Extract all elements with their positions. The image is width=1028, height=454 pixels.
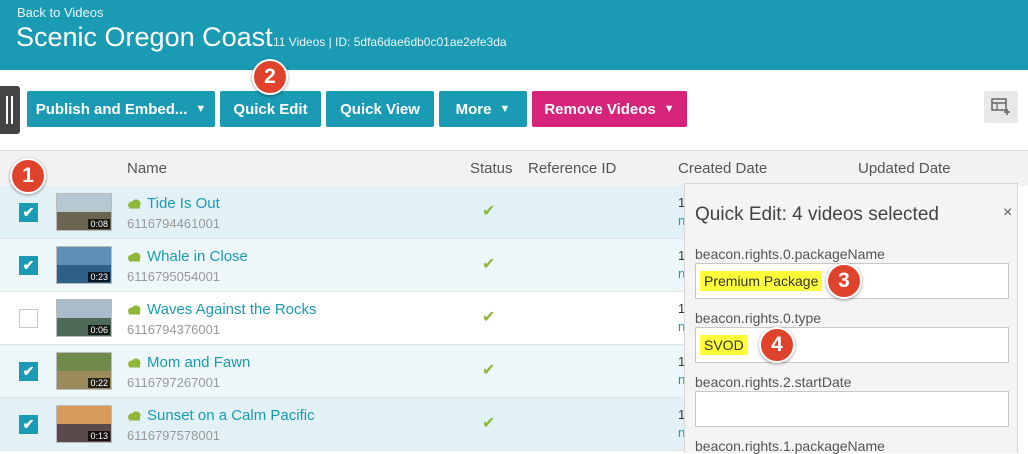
check-icon: ✔	[22, 416, 35, 432]
publish-embed-label: Publish and Embed...	[35, 100, 188, 118]
video-name: Tide Is Out	[147, 195, 220, 212]
field-label: beacon.rights.0.packageName	[695, 246, 885, 262]
chevron-down-icon: ▼	[195, 103, 207, 115]
status-check-icon: ✔	[482, 362, 496, 379]
column-header-name[interactable]: Name	[127, 160, 167, 177]
column-header-status[interactable]: Status	[470, 160, 513, 177]
video-duration: 0:22	[88, 378, 110, 388]
field-value: SVOD	[700, 335, 748, 355]
field-label: beacon.rights.0.type	[695, 310, 822, 326]
video-name-link[interactable]: Tide Is Out	[127, 195, 220, 212]
quick-view-label: Quick View	[340, 100, 420, 118]
playlist-meta: 11 Videos | ID: 5dfa6dae6db0c01ae2efe3da	[273, 35, 507, 49]
rights-type-input[interactable]: SVOD	[695, 327, 1009, 363]
cloud-icon	[128, 305, 141, 314]
cloud-icon	[128, 199, 141, 208]
check-icon: ✔	[22, 363, 35, 379]
table-header: Name Status Reference ID Created Date Up…	[0, 150, 1028, 186]
video-duration: 0:23	[88, 272, 110, 282]
column-header-reference-id[interactable]: Reference ID	[528, 160, 616, 177]
cloud-icon	[128, 252, 141, 261]
check-icon: ✔	[22, 204, 35, 220]
table-row[interactable]: ✔ 0:08 Tide Is Out 6116794461001 ✔ 1n	[0, 186, 685, 239]
video-name: Sunset on a Calm Pacific	[147, 407, 315, 424]
callout-badge: 1	[10, 158, 46, 194]
video-thumbnail[interactable]: 0:13	[56, 405, 112, 443]
video-thumbnail[interactable]: 0:08	[56, 193, 112, 231]
quick-view-button[interactable]: Quick View	[326, 91, 434, 127]
status-check-icon: ✔	[482, 415, 496, 432]
column-header-created-date[interactable]: Created Date	[678, 160, 767, 177]
row-checkbox[interactable]: ✔	[19, 203, 38, 222]
back-to-videos-link[interactable]: Back to Videos	[17, 5, 103, 20]
row-checkbox[interactable]: ✔	[19, 256, 38, 275]
table-row[interactable]: ✔ 0:22 Mom and Fawn 6116797267001 ✔ 1n	[0, 345, 685, 398]
field-value: Premium Package	[700, 271, 823, 291]
quick-edit-title: Quick Edit: 4 videos selected	[695, 204, 939, 225]
video-id: 6116794376001	[127, 322, 221, 337]
video-id: 6116794461001	[127, 216, 221, 231]
video-id: 6116795054001	[127, 269, 221, 284]
video-id: 6116797578001	[127, 428, 221, 443]
table-row[interactable]: ✔ 0:23 Whale in Close 6116795054001 ✔ 1n	[0, 239, 685, 292]
table-add-column-icon[interactable]	[984, 91, 1018, 123]
quick-edit-panel: Quick Edit: 4 videos selected × beacon.r…	[684, 183, 1018, 454]
quick-edit-button[interactable]: Quick Edit	[220, 91, 321, 127]
toolbar: Publish and Embed... ▼ Quick Edit Quick …	[0, 82, 1028, 136]
video-thumbnail[interactable]: 0:23	[56, 246, 112, 284]
video-id: 6116797267001	[127, 375, 221, 390]
page-title: Scenic Oregon Coast	[16, 22, 273, 52]
quick-edit-label: Quick Edit	[233, 100, 308, 118]
video-name-link[interactable]: Waves Against the Rocks	[127, 301, 317, 318]
video-duration: 0:13	[88, 431, 110, 441]
close-icon[interactable]: ×	[1003, 204, 1012, 222]
status-check-icon: ✔	[482, 309, 496, 326]
status-check-icon: ✔	[482, 203, 496, 220]
callout-badge: 4	[759, 327, 795, 363]
row-checkbox[interactable]	[19, 309, 38, 328]
status-check-icon: ✔	[482, 256, 496, 273]
check-icon: ✔	[22, 257, 35, 273]
video-name-link[interactable]: Mom and Fawn	[127, 354, 250, 371]
video-name-link[interactable]: Whale in Close	[127, 248, 248, 265]
video-thumbnail[interactable]: 0:22	[56, 352, 112, 390]
video-name: Mom and Fawn	[147, 354, 251, 371]
page-header: Back to Videos Scenic Oregon Coast 11 Vi…	[0, 0, 1028, 70]
callout-badge: 3	[826, 263, 862, 299]
video-name: Waves Against the Rocks	[147, 301, 317, 318]
callout-badge: 2	[252, 59, 288, 95]
table-row[interactable]: 0:06 Waves Against the Rocks 61167943760…	[0, 292, 685, 345]
video-name: Whale in Close	[147, 248, 248, 265]
cloud-icon	[128, 358, 141, 367]
video-duration: 0:08	[88, 219, 110, 229]
row-checkbox[interactable]: ✔	[19, 415, 38, 434]
column-header-updated-date[interactable]: Updated Date	[858, 160, 951, 177]
chevron-down-icon: ▼	[499, 103, 511, 115]
video-name-link[interactable]: Sunset on a Calm Pacific	[127, 407, 315, 424]
cloud-icon	[128, 411, 141, 420]
chevron-down-icon: ▼	[663, 103, 675, 115]
field-label: beacon.rights.2.startDate	[695, 374, 852, 390]
more-label: More	[455, 100, 492, 118]
video-duration: 0:06	[88, 325, 110, 335]
table-row[interactable]: ✔ 0:13 Sunset on a Calm Pacific 61167975…	[0, 398, 685, 451]
row-checkbox[interactable]: ✔	[19, 362, 38, 381]
remove-videos-button[interactable]: Remove Videos ▼	[532, 91, 687, 127]
sidebar-handle-icon[interactable]	[0, 86, 20, 134]
more-button[interactable]: More ▼	[439, 91, 527, 127]
remove-videos-label: Remove Videos	[544, 100, 656, 118]
start-date-input[interactable]	[695, 391, 1009, 427]
video-thumbnail[interactable]: 0:06	[56, 299, 112, 337]
publish-embed-button[interactable]: Publish and Embed... ▼	[27, 91, 215, 127]
field-label: beacon.rights.1.packageName	[695, 438, 885, 454]
